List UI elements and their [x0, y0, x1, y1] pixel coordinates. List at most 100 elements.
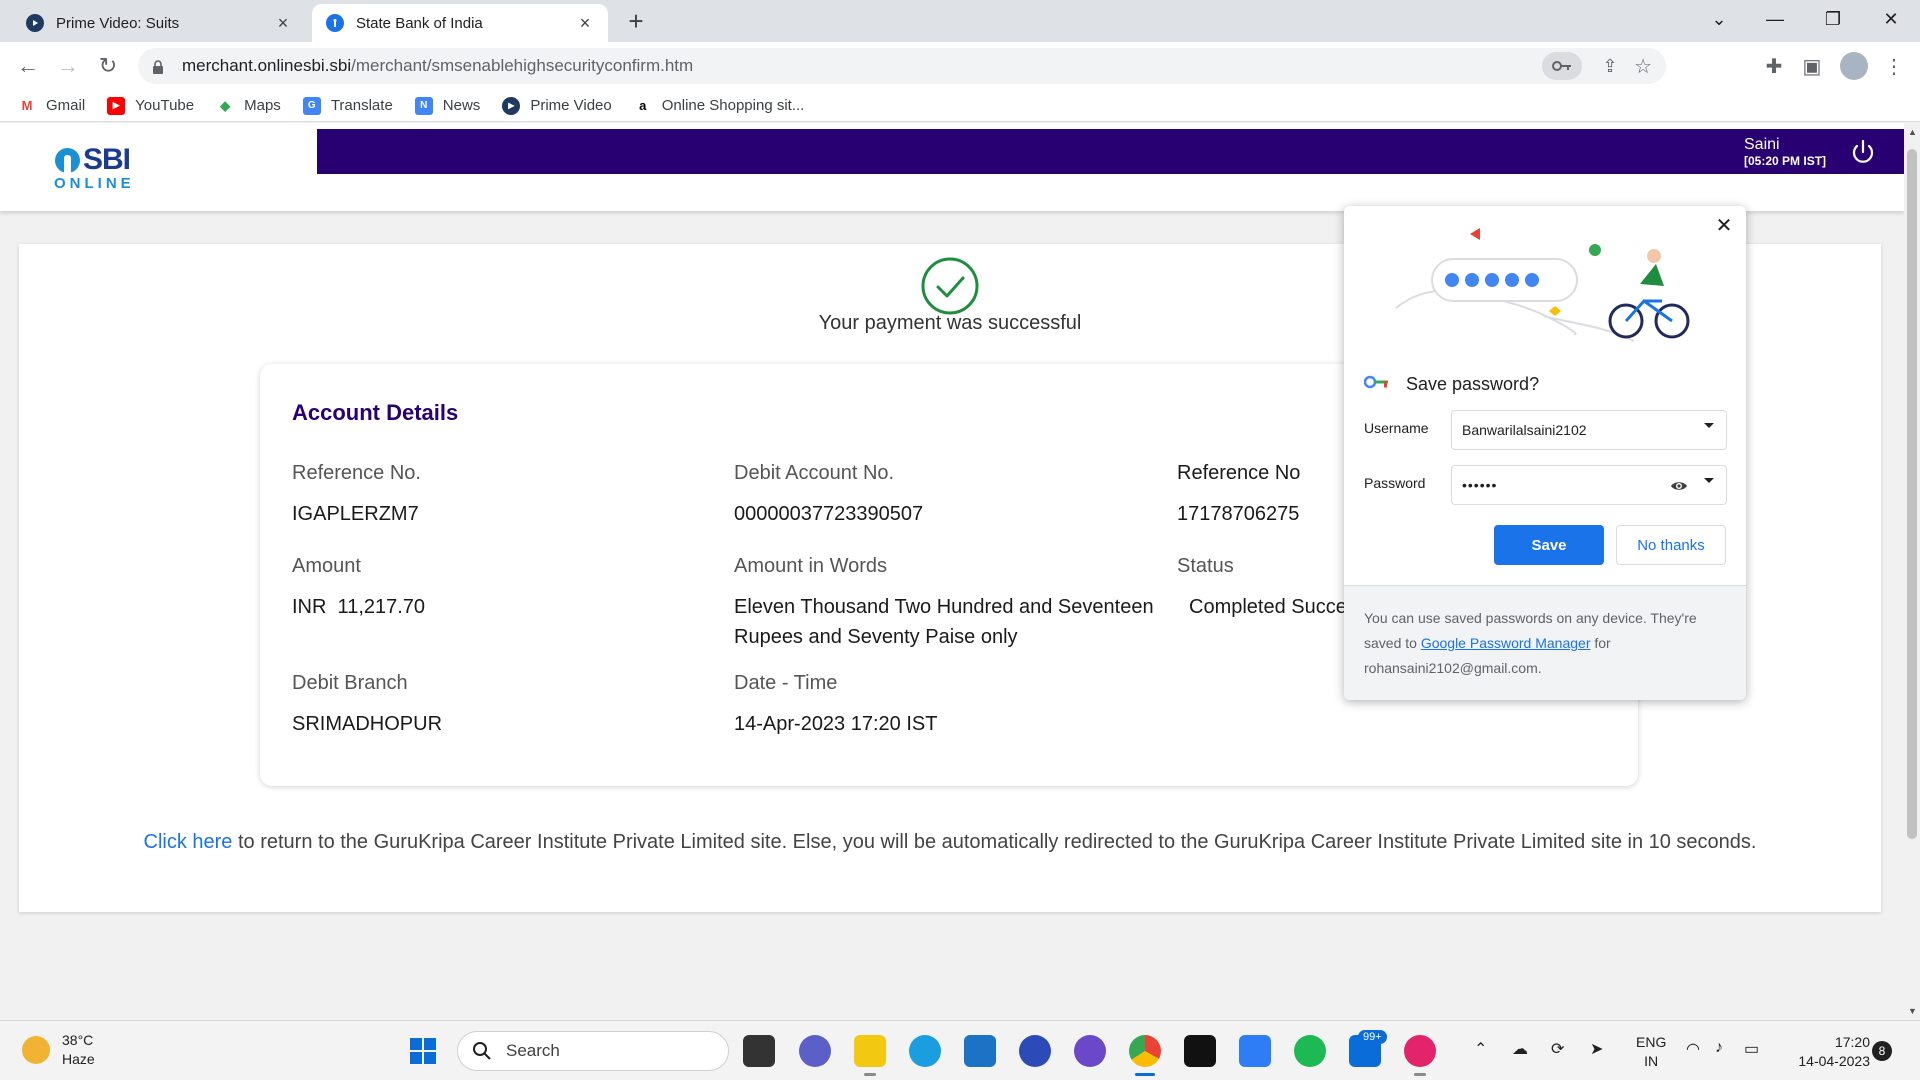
maps-icon: ◆	[220, 97, 231, 113]
system-clock[interactable]: 17:20 14-04-2023	[1784, 1033, 1870, 1071]
running-indicator	[864, 1073, 876, 1076]
password-field[interactable]: ••••••	[1451, 465, 1727, 505]
app-icon[interactable]	[1019, 1035, 1051, 1067]
back-button[interactable]: ←	[12, 50, 44, 82]
password-key-icon[interactable]	[1542, 52, 1582, 80]
key-icon	[1363, 375, 1390, 394]
username-select[interactable]: Banwarilalsaini2102	[1451, 410, 1727, 450]
notification-count[interactable]: 8	[1872, 1041, 1892, 1061]
app-icon[interactable]	[1184, 1035, 1216, 1067]
translate-icon: G	[302, 96, 321, 115]
profile-avatar[interactable]	[1840, 52, 1868, 80]
restore-button[interactable]: ❐	[1810, 0, 1856, 38]
bookmark-news[interactable]: N News	[414, 96, 480, 115]
page-content: SBI ONLINE Saini [05:20 PM IST] Your pay…	[0, 123, 1904, 1020]
click-here-link[interactable]: Click here	[144, 831, 233, 853]
password-illustration	[1344, 206, 1746, 351]
close-icon[interactable]: ✕	[1714, 216, 1734, 236]
close-window-button[interactable]: ✕	[1868, 0, 1914, 38]
save-password-dialog: ✕ Save password? Username Banwarilalsain…	[1344, 206, 1746, 700]
amount-in-words-field: Amount in Words Eleven Thousand Two Hund…	[734, 555, 1154, 648]
chevron-up-icon[interactable]: ⌃	[1474, 1039, 1487, 1059]
bookmark-star-icon[interactable]: ☆	[1634, 54, 1652, 79]
bookmark-gmail[interactable]: M Gmail	[18, 97, 86, 115]
tab-search-icon[interactable]: ⌄	[1696, 0, 1742, 38]
sbi-logo[interactable]: SBI ONLINE	[52, 143, 142, 193]
sbi-favicon-icon	[326, 14, 344, 32]
username-label: Username	[1364, 420, 1429, 436]
url-path: /merchant/smsenablehighsecurityconfirm.h…	[351, 56, 694, 75]
close-icon[interactable]: ×	[274, 13, 292, 33]
bookmark-prime-video[interactable]: ▶ Prime Video	[502, 96, 612, 115]
bookmark-maps[interactable]: ◆ Maps	[216, 97, 281, 115]
sbi-header-band	[317, 129, 1904, 174]
minimize-button[interactable]: —	[1752, 0, 1798, 38]
forward-button[interactable]: →	[52, 50, 84, 82]
edge-icon[interactable]	[909, 1035, 941, 1067]
task-view-icon[interactable]	[743, 1035, 775, 1067]
login-time: [05:20 PM IST]	[1744, 154, 1827, 168]
side-panel-icon[interactable]: ▣	[1798, 52, 1826, 80]
spotify-icon[interactable]	[1294, 1035, 1326, 1067]
battery-icon[interactable]: ▭	[1744, 1039, 1759, 1059]
dialog-title: Save password?	[1406, 374, 1540, 394]
dialog-header: Save password?	[1363, 374, 1540, 395]
url-domain: merchant.onlinesbi.sbi	[182, 56, 352, 75]
wifi-icon[interactable]: ◠	[1686, 1039, 1700, 1059]
amazon-icon: a	[639, 98, 647, 113]
save-button[interactable]: Save	[1494, 525, 1604, 565]
tab-state-bank[interactable]: State Bank of India ×	[312, 4, 608, 42]
app-icon[interactable]	[1074, 1035, 1106, 1067]
sbi-keyhole-icon	[55, 148, 80, 173]
app-icon[interactable]	[1239, 1035, 1271, 1067]
chevron-down-icon[interactable]	[1704, 478, 1714, 483]
success-check-icon	[921, 257, 979, 315]
address-bar[interactable]: merchant.onlinesbi.sbi/merchant/smsenabl…	[138, 48, 1666, 84]
notification-badge: 99+	[1358, 1030, 1387, 1044]
bookmark-translate[interactable]: G Translate	[302, 96, 393, 115]
scrollbar-thumb[interactable]	[1907, 149, 1917, 839]
new-tab-button[interactable]: +	[622, 8, 650, 36]
app-icon[interactable]	[1404, 1035, 1436, 1067]
reference-no-field: Reference No. IGAPLERZM7	[292, 462, 421, 525]
bookmark-youtube[interactable]: ▶ YouTube	[107, 96, 194, 115]
bookmarks-bar: M Gmail ▶ YouTube ◆ Maps G Translate N News ▶…	[0, 90, 1920, 122]
file-explorer-icon[interactable]	[854, 1035, 886, 1067]
taskbar-search[interactable]: Search	[457, 1031, 729, 1071]
haze-sun-icon	[22, 1036, 50, 1064]
no-thanks-button[interactable]: No thanks	[1616, 525, 1726, 565]
chevron-down-icon[interactable]	[1704, 423, 1714, 428]
account-details-title: Account Details	[292, 400, 459, 425]
sbi-header: SBI ONLINE Saini [05:20 PM IST]	[0, 123, 1904, 211]
teams-chat-icon[interactable]	[799, 1035, 831, 1067]
close-icon[interactable]: ×	[576, 13, 594, 33]
tab-strip: Prime Video: Suits × State Bank of India…	[0, 0, 1920, 42]
redirect-notice: Click here to return to the GuruKripa Ca…	[143, 831, 1757, 853]
bookmark-amazon[interactable]: a Online Shopping sit...	[634, 97, 804, 115]
chrome-icon[interactable]	[1129, 1035, 1161, 1067]
eye-icon[interactable]	[1670, 477, 1688, 495]
scroll-down-icon[interactable]: ▼	[1908, 1006, 1917, 1016]
prime-video-icon	[26, 14, 44, 32]
share-icon[interactable]: ⇪	[1598, 54, 1622, 78]
windows-start-icon[interactable]	[407, 1035, 439, 1067]
cloud-icon[interactable]: ☁	[1512, 1039, 1528, 1059]
active-indicator	[1135, 1073, 1155, 1076]
amount-field: Amount INR 11,217.70	[292, 555, 426, 618]
extensions-icon[interactable]: ✚	[1760, 52, 1788, 80]
microsoft-store-icon[interactable]	[964, 1035, 996, 1067]
reload-button[interactable]: ↻	[92, 50, 124, 82]
sync-icon[interactable]: ⟳	[1551, 1039, 1564, 1059]
weather-widget[interactable]: 38°C Haze	[22, 1031, 95, 1069]
password-manager-link[interactable]: Google Password Manager	[1421, 635, 1591, 651]
volume-icon[interactable]: ♪	[1715, 1039, 1723, 1057]
location-icon[interactable]: ➤	[1590, 1039, 1603, 1059]
page-scrollbar[interactable]: ▲ ▼	[1904, 123, 1920, 1020]
scroll-up-icon[interactable]: ▲	[1908, 127, 1917, 137]
menu-dots-icon[interactable]: ⋮	[1880, 52, 1908, 80]
news-icon: N	[414, 96, 433, 115]
logout-power-icon[interactable]	[1848, 137, 1878, 167]
windows-taskbar: 38°C Haze Search 99+ ⌃ ☁ ⟳ ➤ ENG IN ◠ ♪ …	[0, 1020, 1920, 1080]
tab-prime-video[interactable]: Prime Video: Suits ×	[12, 4, 306, 42]
language-indicator[interactable]: ENG IN	[1636, 1033, 1666, 1071]
